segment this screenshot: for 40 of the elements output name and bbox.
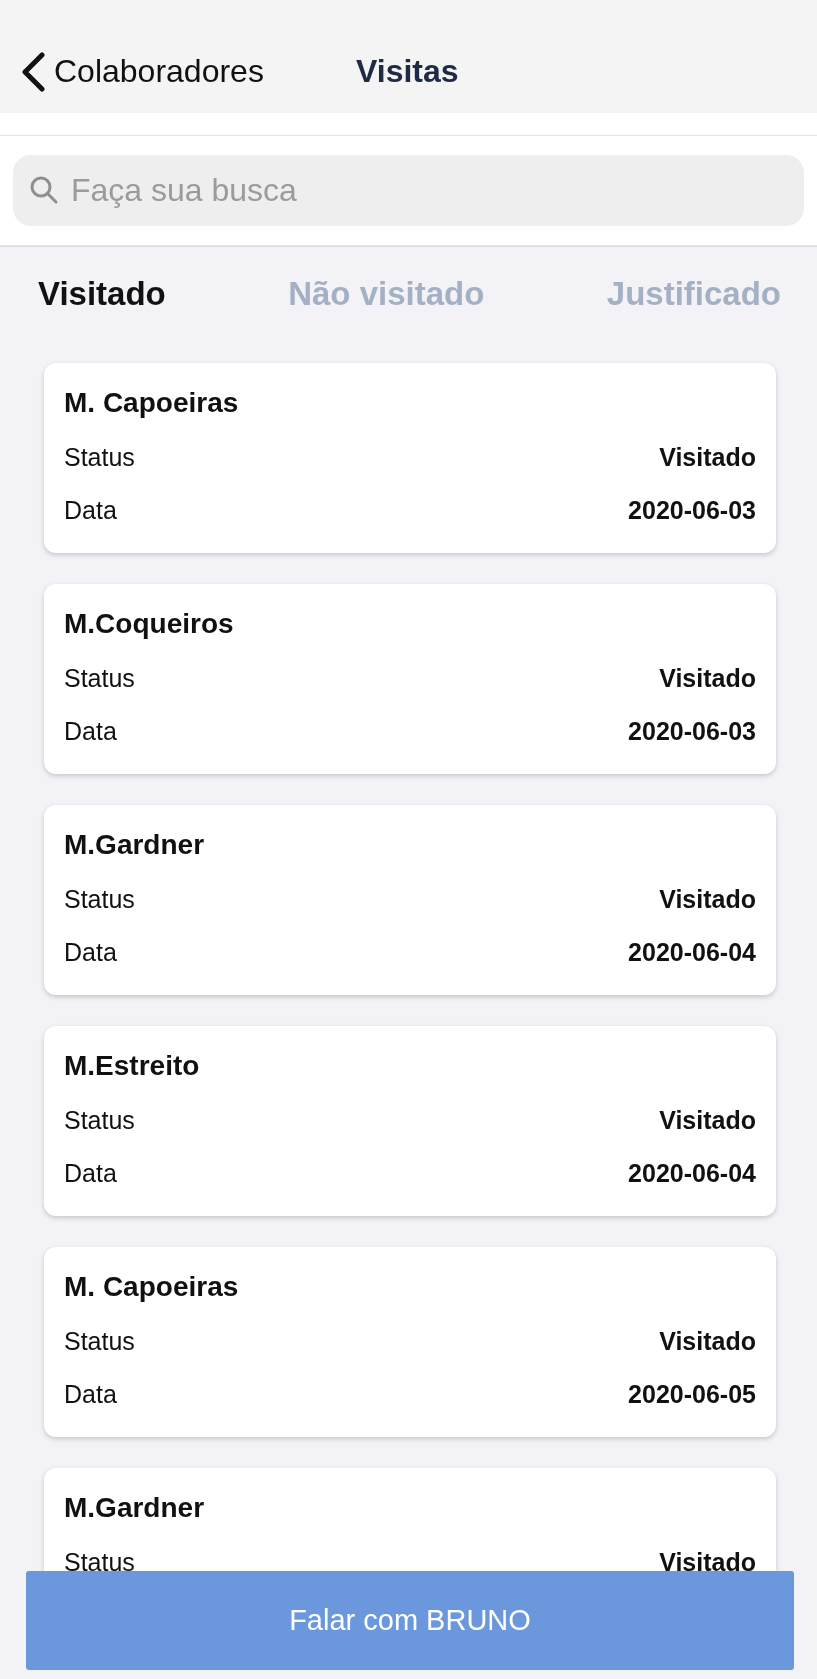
status-value: Visitado bbox=[659, 1327, 756, 1356]
visit-card[interactable]: M.Gardner Status Visitado Data 2020-06-04 bbox=[44, 805, 776, 995]
field-label: Status bbox=[64, 1106, 135, 1135]
date-value: 2020-06-05 bbox=[628, 1380, 756, 1409]
filter-tab[interactable]: Visitado bbox=[38, 275, 166, 313]
visit-name: M.Gardner bbox=[64, 829, 206, 861]
date-value: 2020-06-04 bbox=[628, 1159, 756, 1188]
field-label: Data bbox=[64, 938, 117, 967]
field-label: Status bbox=[64, 443, 135, 472]
field-label: Status bbox=[64, 885, 135, 914]
field-label: Data bbox=[64, 496, 117, 525]
date-value: 2020-06-03 bbox=[628, 496, 756, 525]
visit-card[interactable]: M.Gardner Status Visitado bbox=[44, 1468, 776, 1571]
visit-card[interactable]: M. Capoeiras Status Visitado Data 2020-06-03 bbox=[44, 363, 776, 553]
field-label: Data bbox=[64, 1380, 117, 1409]
visit-card[interactable]: M.Estreito Status Visitado Data 2020-06-04 bbox=[44, 1026, 776, 1216]
status-value: Visitado bbox=[659, 885, 756, 914]
search-icon bbox=[29, 175, 59, 205]
date-value: 2020-06-04 bbox=[628, 938, 756, 967]
chevron-left-icon bbox=[20, 51, 46, 92]
visit-name: M. Capoeiras bbox=[64, 387, 240, 419]
field-label: Status bbox=[64, 1548, 135, 1571]
visit-card[interactable]: M.Coqueiros Status Visitado Data 2020-06-03 bbox=[44, 584, 776, 774]
visit-name: M.Estreito bbox=[64, 1050, 201, 1082]
field-label: Data bbox=[64, 1159, 117, 1188]
visit-name: M.Coqueiros bbox=[64, 608, 235, 640]
page-title: Visitas bbox=[356, 53, 459, 90]
field-label: Status bbox=[64, 664, 135, 693]
status-value: Visitado bbox=[659, 443, 756, 472]
back-link[interactable]: Colaboradores bbox=[20, 51, 356, 92]
visit-name: M. Capoeiras bbox=[64, 1271, 240, 1303]
field-label: Status bbox=[64, 1327, 135, 1356]
visit-card[interactable]: M. Capoeiras Status Visitado Data 2020-06-05 bbox=[44, 1247, 776, 1437]
date-value: 2020-06-03 bbox=[628, 717, 756, 746]
search-field[interactable]: Faça sua busca bbox=[13, 155, 804, 226]
status-value: Visitado bbox=[659, 664, 756, 693]
status-value: Visitado bbox=[659, 1548, 756, 1571]
field-label: Data bbox=[64, 717, 117, 746]
status-value: Visitado bbox=[659, 1106, 756, 1135]
visit-name: M.Gardner bbox=[64, 1492, 206, 1524]
